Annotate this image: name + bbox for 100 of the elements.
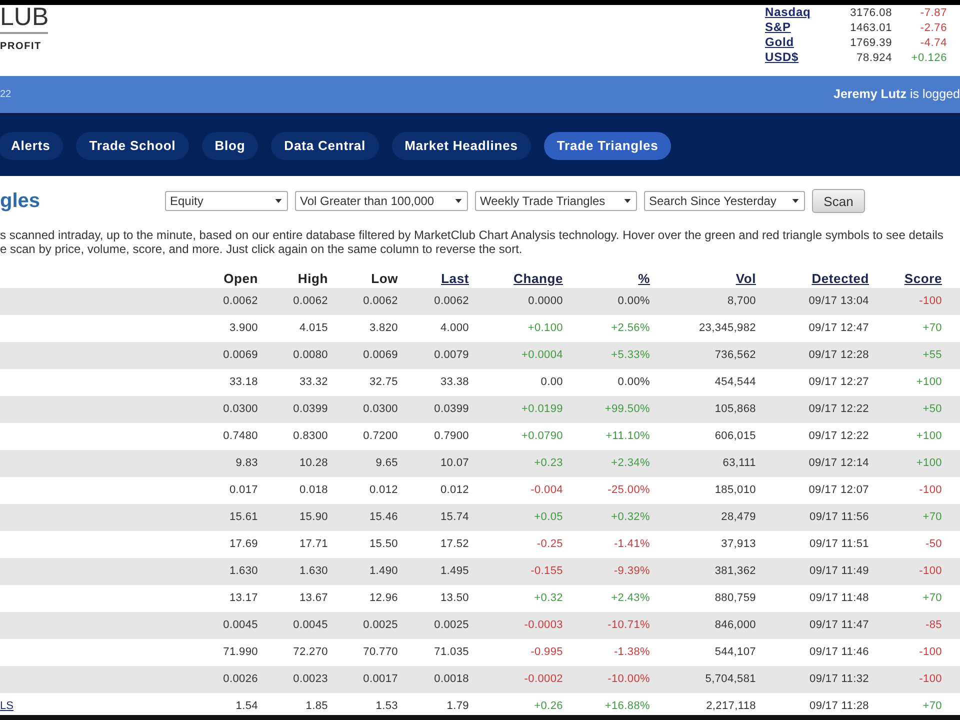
bar-text: 22 — [0, 88, 12, 100]
table-cell-text: 0.7480 — [222, 429, 259, 444]
table-cell-text: +5.33% — [610, 348, 651, 363]
column-header: High — [298, 271, 328, 286]
table-cell-text: +100 — [915, 375, 943, 390]
table-cell-text: 454,544 — [714, 375, 757, 390]
table-cell-text: 0.018 — [298, 483, 329, 498]
scan-button[interactable]: Scan — [812, 189, 865, 213]
table-cell-text: 0.0069 — [222, 348, 259, 363]
table-cell-text: +0.32% — [610, 510, 651, 525]
table-cell-text: -50 — [924, 537, 943, 552]
table-cell-text: 15.46 — [368, 510, 399, 525]
dropdown[interactable]: Vol Greater than 100,000 — [295, 191, 468, 211]
table-cell-text: +16.88% — [604, 699, 651, 714]
table-cell-text: 12.96 — [368, 591, 399, 606]
table-cell-text: 15.90 — [298, 510, 329, 525]
table-cell-text: 0.0023 — [292, 672, 329, 687]
table-cell-text: +99.50% — [604, 402, 651, 417]
table-cell-text: 4.000 — [439, 321, 470, 336]
table-cell-text: 9.65 — [374, 456, 399, 471]
nav-tab[interactable]: Alerts — [0, 132, 64, 160]
table-cell-text: +0.0790 — [520, 429, 564, 444]
table-cell-text: +70 — [922, 699, 943, 714]
table-cell-text: 0.0062 — [222, 294, 259, 309]
nav-tab[interactable]: Data Central — [271, 132, 379, 160]
table-cell-text: 63,111 — [722, 456, 757, 471]
table-cell-text: 0.012 — [439, 483, 470, 498]
table-cell-text: 544,107 — [714, 645, 757, 660]
nav-tab[interactable]: Trade Triangles — [544, 132, 672, 160]
sort-link[interactable]: % — [638, 271, 650, 286]
nav-tab[interactable]: Trade School — [76, 132, 189, 160]
table-cell-text: 17.52 — [439, 537, 470, 552]
symbol-link[interactable]: LS — [0, 700, 14, 713]
table-cell-text: 185,010 — [714, 483, 757, 498]
login-status: Jeremy Lutz is logged — [834, 87, 960, 102]
nav-tab[interactable]: Market Headlines — [392, 132, 531, 160]
sort-link[interactable]: Detected — [812, 271, 869, 286]
table-cell-text: 09/17 11:56 — [808, 510, 870, 525]
table-cell-text: 0.0062 — [292, 294, 329, 309]
table-cell-text: 10.28 — [298, 456, 329, 471]
table-cell-text: 0.0069 — [362, 348, 399, 363]
table-cell-text: +2.56% — [610, 321, 651, 336]
table-cell-text: 15.74 — [439, 510, 470, 525]
table-cell-text: 1.490 — [368, 564, 399, 579]
table-cell-text: 105,868 — [714, 402, 757, 417]
dropdown[interactable]: Weekly Trade Triangles — [475, 191, 637, 211]
table-cell-text: -1.41% — [612, 537, 651, 552]
table-cell-text: +100 — [915, 456, 943, 471]
table-cell-text: 09/17 11:49 — [808, 564, 870, 579]
dropdown[interactable]: Search Since Yesterday — [644, 191, 805, 211]
table-cell-text: -0.0003 — [523, 618, 564, 633]
table-cell-text: 0.0062 — [362, 294, 399, 309]
table-cell-text: 0.00% — [616, 294, 651, 309]
table-cell-text: 0.8300 — [292, 429, 329, 444]
table-cell-text: 0.7900 — [433, 429, 470, 444]
table-cell-text: -100 — [918, 564, 943, 579]
table-cell-text: 15.50 — [368, 537, 399, 552]
sort-link[interactable]: Change — [514, 271, 563, 286]
caret-icon — [275, 199, 282, 203]
nav-tab[interactable]: Blog — [202, 132, 258, 160]
table-cell-text: -0.0002 — [523, 672, 564, 687]
ticker-link[interactable]: S&P — [765, 21, 791, 34]
table-cell-text: 1.630 — [298, 564, 329, 579]
table-cell-text: 5,704,581 — [704, 672, 757, 687]
table-cell-text: 09/17 12:47 — [808, 321, 870, 336]
table-cell-text: 23,345,982 — [698, 321, 757, 336]
table-cell-text: 0.0025 — [362, 618, 399, 633]
table-cell-text: 9.83 — [234, 456, 259, 471]
ticker-value: 1769.39 — [850, 36, 892, 48]
table-cell-text: 32.75 — [368, 375, 399, 390]
table-cell-text: -100 — [918, 294, 943, 309]
sort-link[interactable]: Score — [904, 271, 942, 286]
ticker-link[interactable]: Gold — [765, 36, 794, 49]
table-cell-text: +0.100 — [526, 321, 564, 336]
table-cell-text: 0.0026 — [222, 672, 259, 687]
sort-link[interactable]: Vol — [736, 271, 756, 286]
dropdown[interactable]: Equity — [165, 191, 288, 211]
table-cell-text: 33.32 — [298, 375, 329, 390]
ticker-link[interactable]: USD$ — [765, 51, 799, 64]
table-cell-text: +70 — [922, 321, 943, 336]
logo-wordmark: LUB — [0, 6, 49, 28]
ticker-link[interactable]: Nasdaq — [765, 6, 811, 19]
table-cell-text: -0.155 — [530, 564, 564, 579]
table-cell-text: 28,479 — [720, 510, 757, 525]
table-cell-text: 71.990 — [222, 645, 259, 660]
table-cell-text: 0.0399 — [292, 402, 329, 417]
sort-link[interactable]: Last — [441, 271, 469, 286]
table-cell-text: -10.00% — [606, 672, 651, 687]
table-cell-text: 0.7200 — [362, 429, 399, 444]
table-cell-text: 0.0045 — [222, 618, 259, 633]
table-cell-text: 0.0300 — [222, 402, 259, 417]
table-cell-text: 09/17 11:48 — [808, 591, 870, 606]
table-cell-text: +0.23 — [533, 456, 564, 471]
table-cell-text: +2.34% — [610, 456, 651, 471]
caret-icon — [455, 199, 462, 203]
table-cell-text: 1.630 — [228, 564, 259, 579]
table-cell-text: 0.017 — [228, 483, 259, 498]
table-cell-text: 33.18 — [228, 375, 259, 390]
table-cell-text: 0.0025 — [433, 618, 470, 633]
table-cell-text: 1.54 — [234, 699, 259, 714]
